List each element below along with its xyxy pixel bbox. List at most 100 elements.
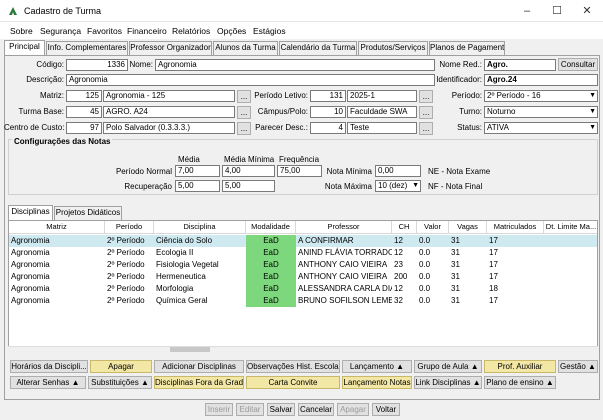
campus-lookup-button[interactable]: ...	[419, 106, 433, 119]
cell-professor[interactable]: ANTHONY CAIO VIEIRA	[296, 259, 392, 271]
cell-vagas[interactable]: 31	[449, 247, 487, 259]
turma-base-lookup-button[interactable]: ...	[237, 106, 251, 119]
cell-matriculados[interactable]: 17	[487, 271, 544, 283]
nome-field[interactable]: Agronomia	[155, 59, 435, 71]
codigo-field[interactable]: 1336	[66, 59, 128, 71]
periodo-letivo-code-field[interactable]: 131	[310, 90, 346, 102]
cell-valor[interactable]: 0.0	[417, 247, 449, 259]
col-header-matriculados[interactable]: Matriculados	[487, 221, 544, 234]
consultar-button[interactable]: Consultar	[558, 58, 598, 71]
cell-disciplina[interactable]: Ecologia II	[154, 247, 246, 259]
matriz-name-field[interactable]: Agronomia - 125	[103, 90, 235, 102]
cell-dt-limite[interactable]	[544, 295, 597, 307]
cell-matriz[interactable]: Agronomia	[9, 259, 105, 271]
tab-calendario-turma[interactable]: Calendário da Turma	[279, 41, 357, 55]
cell-dt-limite[interactable]	[544, 235, 597, 247]
cell-matriculados[interactable]: 17	[487, 247, 544, 259]
tab-alunos-turma[interactable]: Alunos da Turma	[213, 41, 278, 55]
plano-ensino-button[interactable]: Plano de ensino ▲	[484, 376, 556, 389]
cell-matriculados[interactable]: 18	[487, 283, 544, 295]
cell-valor[interactable]: 0.0	[417, 259, 449, 271]
cancelar-button[interactable]: Cancelar	[298, 403, 334, 416]
observacoes-hist-button[interactable]: Observações Hist. Escolar	[246, 360, 340, 373]
lancamento-button[interactable]: Lançamento ▲	[342, 360, 412, 373]
parecer-field[interactable]: Teste	[347, 122, 417, 134]
cell-matriz[interactable]: Agronomia	[9, 247, 105, 259]
menu-sobre[interactable]: Sobre	[10, 26, 33, 36]
cell-modalidade[interactable]: EaD	[246, 259, 296, 271]
tab-principal[interactable]: Principal	[4, 40, 45, 56]
cell-ch[interactable]: 12	[392, 283, 417, 295]
cell-valor[interactable]: 0.0	[417, 295, 449, 307]
periodo-normal-media-field[interactable]: 7,00	[175, 165, 220, 177]
periodo-letivo-lookup-button[interactable]: ...	[419, 90, 433, 103]
matriz-code-field[interactable]: 125	[66, 90, 102, 102]
cell-matriz[interactable]: Agronomia	[9, 295, 105, 307]
minimize-icon[interactable]: –	[512, 0, 542, 22]
grupo-aula-button[interactable]: Grupo de Aula ▲	[414, 360, 482, 373]
col-header-professor[interactable]: Professor	[296, 221, 392, 234]
col-header-vagas[interactable]: Vagas	[449, 221, 487, 234]
centro-custo-lookup-button[interactable]: ...	[237, 122, 251, 135]
cell-modalidade[interactable]: EaD	[246, 247, 296, 259]
cell-vagas[interactable]: 31	[449, 283, 487, 295]
cell-periodo[interactable]: 2º Período	[105, 247, 154, 259]
tab-disciplinas[interactable]: Disciplinas	[8, 205, 53, 221]
link-disciplinas-button[interactable]: Link Disciplinas ▲	[414, 376, 482, 389]
col-header-ch[interactable]: CH	[392, 221, 417, 234]
nome-red-field[interactable]: Agro.	[484, 59, 556, 71]
cell-professor[interactable]: A CONFIRMAR	[296, 235, 392, 247]
campus-field[interactable]: Faculdade SWA	[347, 106, 417, 118]
tab-professor-organizador[interactable]: Professor Organizador	[129, 41, 212, 55]
col-header-modalidade[interactable]: Modalidade	[246, 221, 296, 234]
cell-matriculados[interactable]: 17	[487, 259, 544, 271]
cell-disciplina[interactable]: Hermeneutica	[154, 271, 246, 283]
turma-base-field[interactable]: AGRO. A24	[103, 106, 235, 118]
cell-vagas[interactable]: 31	[449, 271, 487, 283]
periodo-select[interactable]: 2º Período - 16 ▼	[484, 90, 598, 102]
matriz-lookup-button[interactable]: ...	[237, 90, 251, 103]
cell-matriz[interactable]: Agronomia	[9, 235, 105, 247]
menu-favoritos[interactable]: Favoritos	[87, 26, 122, 36]
cell-periodo[interactable]: 2º Período	[105, 259, 154, 271]
alterar-senhas-button[interactable]: Alterar Senhas ▲	[10, 376, 86, 389]
cell-valor[interactable]: 0.0	[417, 283, 449, 295]
cell-disciplina[interactable]: Ciência do Solo	[154, 235, 246, 247]
tab-produtos-servicos[interactable]: Produtos/Serviços	[358, 41, 428, 55]
cell-valor[interactable]: 0.0	[417, 235, 449, 247]
editar-button[interactable]: Editar	[236, 403, 264, 416]
tab-projetos-didaticos[interactable]: Projetos Didáticos	[54, 206, 122, 220]
campus-code-field[interactable]: 10	[310, 106, 346, 118]
nota-minima-field[interactable]: 0,00	[375, 165, 421, 177]
cell-matriculados[interactable]: 17	[487, 235, 544, 247]
maximize-icon[interactable]: ☐	[542, 0, 572, 22]
cell-modalidade[interactable]: EaD	[246, 283, 296, 295]
gestao-button[interactable]: Gestão ▲	[558, 360, 598, 373]
scrollbar-thumb[interactable]	[170, 347, 210, 352]
recuperacao-min-field[interactable]: 5,00	[222, 180, 275, 192]
cell-ch[interactable]: 12	[392, 235, 417, 247]
menu-financeiro[interactable]: Financeiro	[127, 26, 167, 36]
cell-ch[interactable]: 32	[392, 295, 417, 307]
cell-periodo[interactable]: 2º Período	[105, 235, 154, 247]
periodo-normal-min-field[interactable]: 4,00	[222, 165, 275, 177]
close-icon[interactable]: ✕	[572, 0, 602, 22]
cell-dt-limite[interactable]	[544, 271, 597, 283]
horarios-disciplina-button[interactable]: Horários da Discipli...	[10, 360, 88, 373]
cell-matriz[interactable]: Agronomia	[9, 271, 105, 283]
cell-matriculados[interactable]: 17	[487, 295, 544, 307]
cell-vagas[interactable]: 31	[449, 235, 487, 247]
prof-auxiliar-button[interactable]: Prof. Auxiliar	[484, 360, 556, 373]
periodo-letivo-field[interactable]: 2025-1	[347, 90, 417, 102]
turno-select[interactable]: Noturno ▼	[484, 106, 598, 118]
cell-modalidade[interactable]: EaD	[246, 295, 296, 307]
tab-info-complementares[interactable]: Info. Complementares	[46, 41, 128, 55]
grid-horizontal-scrollbar[interactable]	[8, 346, 598, 353]
cell-vagas[interactable]: 31	[449, 295, 487, 307]
identificador-field[interactable]: Agro.24	[484, 74, 598, 86]
cell-professor[interactable]: ALESSANDRA CARLA DIAS	[296, 283, 392, 295]
cell-periodo[interactable]: 2º Período	[105, 283, 154, 295]
cell-professor[interactable]: BRUNO SOFILSON LEMES	[296, 295, 392, 307]
cell-professor[interactable]: ANTHONY CAIO VIEIRA	[296, 271, 392, 283]
centro-custo-field[interactable]: Polo Salvador (0.3.3.3.)	[103, 122, 235, 134]
